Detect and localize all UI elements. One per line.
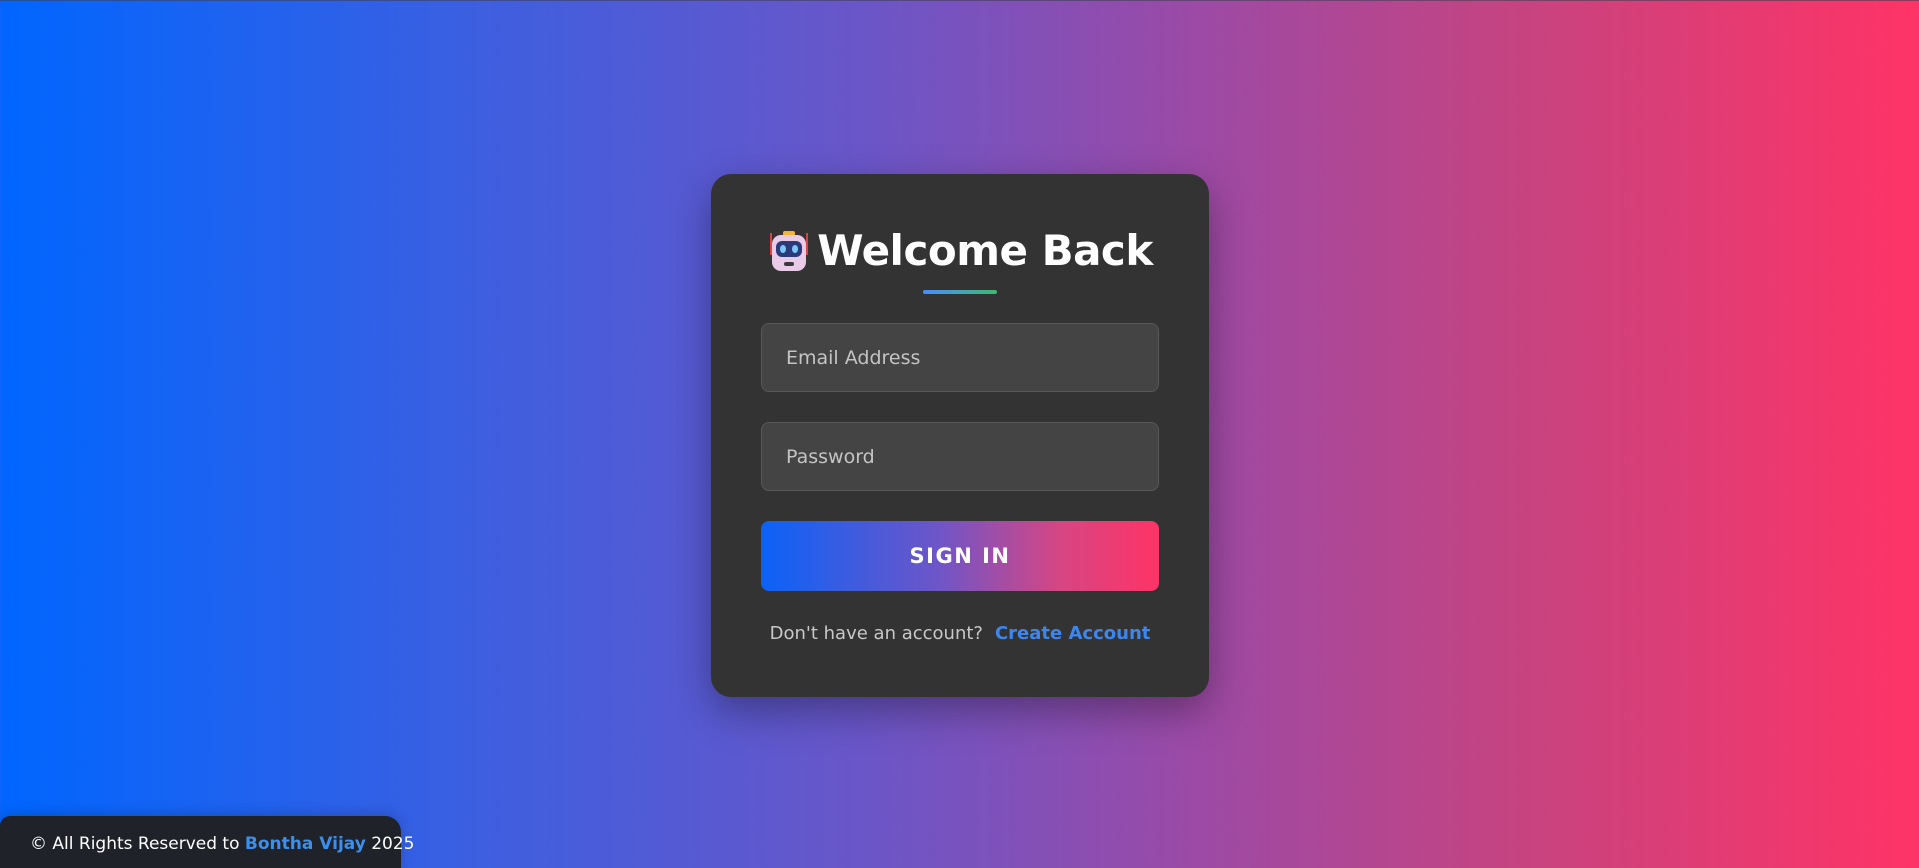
create-account-link[interactable]: Create Account: [995, 623, 1150, 644]
title-underline: [923, 290, 997, 294]
title-row: Welcome Back: [711, 226, 1209, 276]
signup-row: Don't have an account? Create Account: [711, 623, 1209, 644]
footer-prefix: © All Rights Reserved to: [30, 834, 240, 854]
top-border-line: [0, 0, 1919, 1]
footer-year: 2025: [371, 834, 415, 854]
password-input[interactable]: [761, 422, 1159, 491]
email-input[interactable]: [761, 323, 1159, 392]
footer-author-name: Bontha Vijay: [244, 834, 366, 854]
footer: © All Rights Reserved to Bontha Vijay 20…: [0, 816, 415, 868]
signup-prompt: Don't have an account?: [769, 623, 983, 644]
page-title: Welcome Back: [817, 226, 1153, 275]
signin-button[interactable]: SIGN IN: [761, 521, 1159, 591]
robot-icon: [770, 231, 809, 271]
login-card: Welcome Back SIGN IN Don't have an accou…: [711, 174, 1209, 697]
